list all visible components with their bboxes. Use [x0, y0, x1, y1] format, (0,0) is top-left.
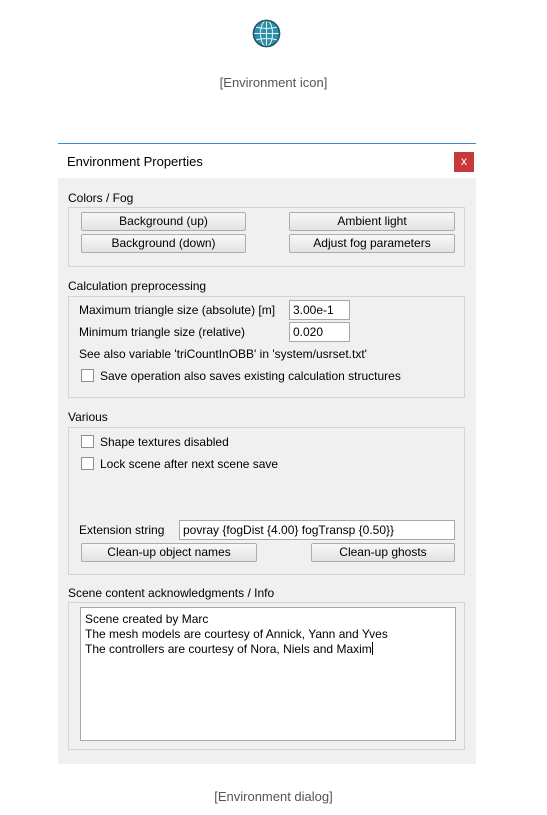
calc-title: Calculation preprocessing	[68, 279, 207, 293]
colors-fog-title: Colors / Fog	[68, 191, 134, 205]
info-line: Scene created by Marc	[85, 612, 209, 626]
icon-caption: [Environment icon]	[219, 75, 328, 90]
various-title: Various	[68, 410, 108, 424]
colors-fog-group: Background (up) Ambient light Background…	[68, 207, 465, 267]
extension-string-input[interactable]: povray {fogDist {4.00} fogTransp {0.50}}	[179, 520, 455, 540]
adjust-fog-button[interactable]: Adjust fog parameters	[289, 234, 455, 253]
save-operation-checkbox[interactable]	[81, 369, 94, 382]
extension-string-label: Extension string	[79, 523, 165, 537]
info-line: The mesh models are courtesy of Annick, …	[85, 627, 388, 641]
see-also-text: See also variable 'triCountInOBB' in 'sy…	[79, 347, 367, 361]
info-group: Scene created by Marc The mesh models ar…	[68, 602, 465, 750]
max-triangle-input[interactable]: 3.00e-1	[289, 300, 350, 320]
info-title: Scene content acknowledgments / Info	[68, 586, 275, 600]
various-group: Shape textures disabled Lock scene after…	[68, 427, 465, 575]
cleanup-ghosts-button[interactable]: Clean-up ghosts	[311, 543, 455, 562]
text-cursor	[371, 642, 373, 655]
environment-dialog: Environment Properties x Colors / Fog Ba…	[58, 143, 476, 764]
dialog-titlebar[interactable]: Environment Properties x	[58, 144, 476, 178]
globe-icon	[252, 19, 281, 48]
save-operation-label: Save operation also saves existing calcu…	[100, 369, 401, 383]
close-button[interactable]: x	[454, 152, 474, 172]
info-line: The controllers are courtesy of Nora, Ni…	[85, 642, 372, 656]
shape-textures-label: Shape textures disabled	[100, 435, 229, 449]
info-textarea[interactable]: Scene created by Marc The mesh models ar…	[80, 607, 456, 741]
max-triangle-label: Maximum triangle size (absolute) [m]	[79, 303, 276, 317]
dialog-caption: [Environment dialog]	[214, 789, 333, 804]
min-triangle-input[interactable]: 0.020	[289, 322, 350, 342]
background-down-button[interactable]: Background (down)	[81, 234, 246, 253]
dialog-title: Environment Properties	[67, 154, 203, 169]
lock-scene-label: Lock scene after next scene save	[100, 457, 279, 471]
min-triangle-label: Minimum triangle size (relative)	[79, 325, 246, 339]
calc-group: Maximum triangle size (absolute) [m] 3.0…	[68, 296, 465, 398]
ambient-light-button[interactable]: Ambient light	[289, 212, 455, 231]
background-up-button[interactable]: Background (up)	[81, 212, 246, 231]
cleanup-object-names-button[interactable]: Clean-up object names	[81, 543, 257, 562]
lock-scene-checkbox[interactable]	[81, 457, 94, 470]
shape-textures-checkbox[interactable]	[81, 435, 94, 448]
